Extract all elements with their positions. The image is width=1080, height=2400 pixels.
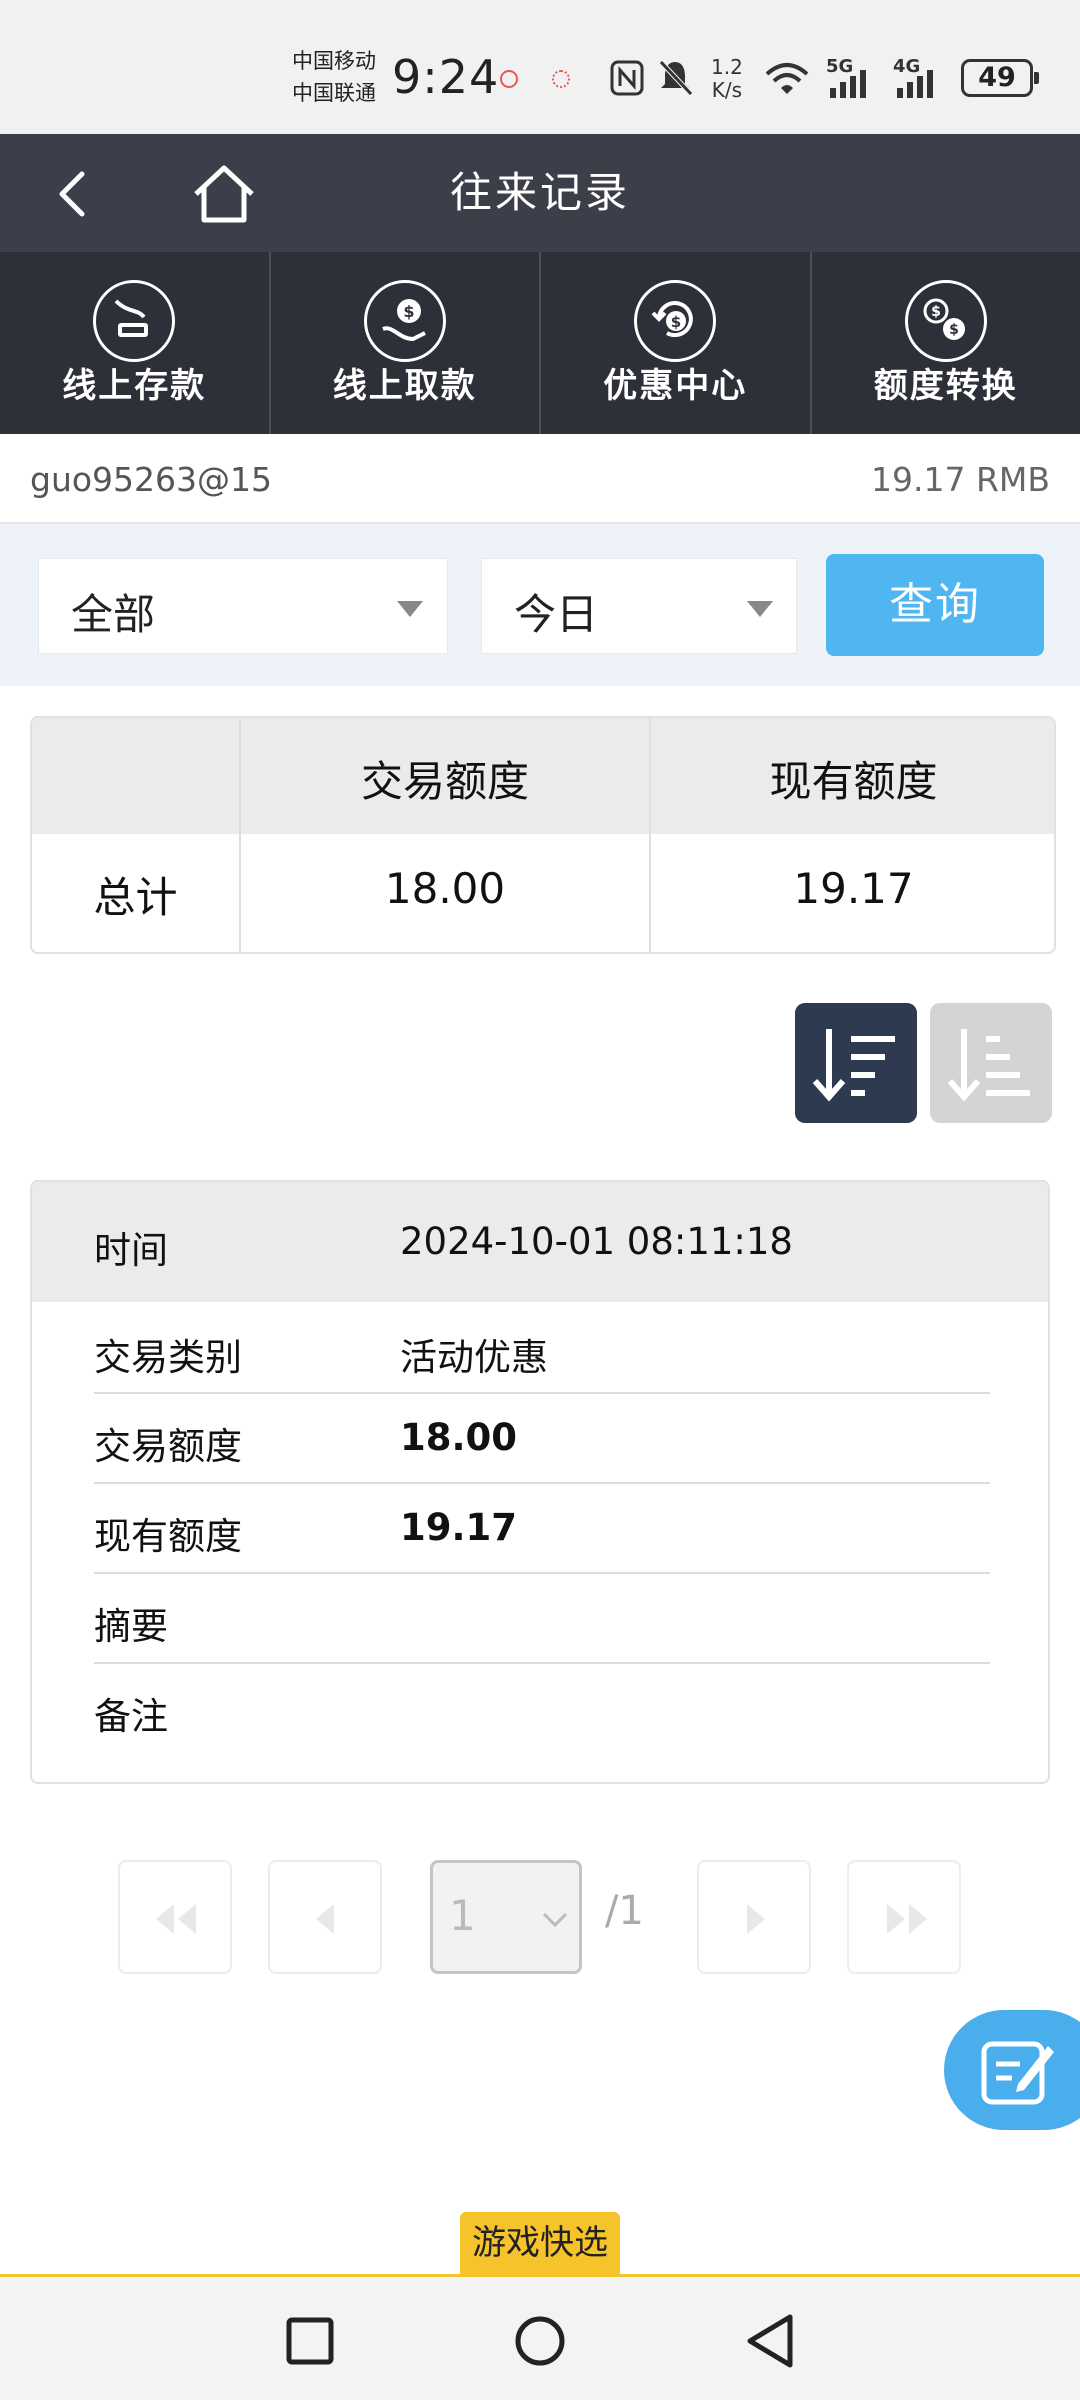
status-bar: 中国移动 中国联通 9:24 1.2 K/s 5G 4G 49 — [0, 0, 1080, 134]
prev-page-button[interactable] — [268, 1860, 382, 1974]
divider — [94, 1662, 990, 1664]
svg-text:$: $ — [949, 322, 959, 338]
nav-promo-label: 优惠中心 — [603, 366, 748, 406]
nav-transfer-label: 额度转换 — [873, 366, 1018, 406]
type-select[interactable]: 全部 — [38, 558, 448, 654]
type-label: 交易类别 — [94, 1336, 242, 1379]
time-value: 2024-10-01 08:11:18 — [400, 1220, 793, 1263]
svg-text:$: $ — [931, 304, 941, 320]
query-button[interactable]: 查询 — [826, 554, 1044, 656]
summary-current-amount: 19.17 — [793, 864, 914, 913]
transfer-icon: $ $ — [904, 280, 987, 362]
summary-table: 交易额度 现有额度 总计 18.00 19.17 — [30, 716, 1056, 954]
account-bar: guo95263@15 19.17 RMB — [0, 434, 1080, 524]
nav-deposit[interactable]: 线上存款 — [0, 252, 269, 434]
page-total: /1 — [605, 1888, 644, 1934]
mute-bell-icon — [659, 60, 693, 96]
signal-icon — [897, 70, 933, 98]
page-select-value: 1 — [449, 1891, 476, 1940]
recent-apps-icon[interactable] — [286, 2317, 334, 2365]
date-select[interactable]: 今日 — [481, 558, 797, 654]
home-icon[interactable] — [192, 164, 256, 224]
sort-asc-button[interactable] — [930, 1003, 1052, 1123]
sort-desc-button[interactable] — [795, 1003, 917, 1123]
nav-deposit-label: 线上存款 — [62, 366, 207, 406]
summary-row-label: 总计 — [93, 873, 178, 922]
wifi-icon — [765, 63, 809, 94]
nfc-icon — [610, 60, 644, 96]
notification-icon — [500, 70, 518, 88]
quick-nav: 线上存款 $ 线上取款 $ 优惠中心 $ $ 额度转换 — [0, 252, 1080, 434]
page-title: 往来记录 — [449, 168, 630, 217]
system-navigation — [0, 2277, 1080, 2400]
current-label: 现有额度 — [94, 1515, 242, 1558]
nav-promo[interactable]: $ 优惠中心 — [539, 252, 810, 434]
double-chevron-right-icon — [887, 1904, 927, 1934]
withdraw-icon: $ — [363, 280, 446, 362]
trade-value: 18.00 — [400, 1416, 518, 1459]
date-select-value: 今日 — [514, 590, 599, 639]
sort-asc-icon — [947, 1029, 1030, 1102]
home-circle-icon[interactable] — [514, 2315, 566, 2367]
type-select-value: 全部 — [71, 590, 156, 639]
summary-col-current: 现有额度 — [769, 757, 938, 806]
clock: 9:24 — [392, 50, 500, 104]
app-header: 往来记录 — [0, 134, 1080, 252]
summary-label: 摘要 — [94, 1605, 168, 1648]
summary-trade-amount: 18.00 — [384, 864, 506, 913]
battery-icon: 49 — [961, 59, 1039, 97]
chevron-down-icon — [747, 601, 773, 617]
sort-desc-icon — [812, 1029, 895, 1102]
divider — [94, 1572, 990, 1574]
record-card: 时间 2024-10-01 08:11:18 交易类别 活动优惠 交易额度 18… — [30, 1180, 1050, 1784]
account-username: guo95263@15 — [30, 460, 273, 499]
divider — [94, 1482, 990, 1484]
notification-icon — [552, 70, 570, 88]
carrier-2: 中国联通 — [292, 81, 376, 105]
chevron-down-icon — [397, 601, 423, 617]
nav-withdraw[interactable]: $ 线上取款 — [268, 252, 540, 434]
deposit-icon — [93, 280, 176, 362]
double-chevron-left-icon — [156, 1904, 196, 1934]
promo-icon: $ — [634, 280, 717, 362]
chevron-right-icon — [747, 1904, 765, 1934]
page-select[interactable]: 1 — [430, 1860, 582, 1974]
edit-icon — [981, 2041, 1054, 2105]
back-triangle-icon[interactable] — [744, 2313, 796, 2369]
divider — [94, 1392, 990, 1394]
trade-label: 交易额度 — [94, 1425, 242, 1468]
signal-icon — [830, 70, 866, 98]
first-page-button[interactable] — [118, 1860, 232, 1974]
current-value: 19.17 — [400, 1506, 518, 1549]
chevron-left-icon — [316, 1904, 334, 1934]
chevron-down-icon — [542, 1912, 568, 1928]
carrier-1: 中国移动 — [292, 49, 376, 73]
filter-bar: 全部 今日 查询 — [0, 524, 1080, 686]
game-quick-select-button[interactable]: 游戏快选 — [460, 2212, 620, 2274]
back-icon[interactable] — [50, 170, 98, 218]
note-label: 备注 — [94, 1695, 168, 1738]
summary-col-trade: 交易额度 — [360, 757, 529, 806]
edit-fab[interactable] — [944, 2010, 1080, 2130]
network-speed: 1.2 K/s — [711, 55, 743, 102]
account-balance: 19.17 RMB — [870, 460, 1050, 499]
svg-text:$: $ — [403, 302, 414, 321]
time-label: 时间 — [94, 1229, 168, 1272]
last-page-button[interactable] — [847, 1860, 961, 1974]
nav-transfer[interactable]: $ $ 额度转换 — [809, 252, 1080, 434]
svg-text:$: $ — [671, 313, 681, 331]
type-value: 活动优惠 — [400, 1336, 548, 1379]
next-page-button[interactable] — [697, 1860, 811, 1974]
nav-withdraw-label: 线上取款 — [332, 366, 477, 406]
